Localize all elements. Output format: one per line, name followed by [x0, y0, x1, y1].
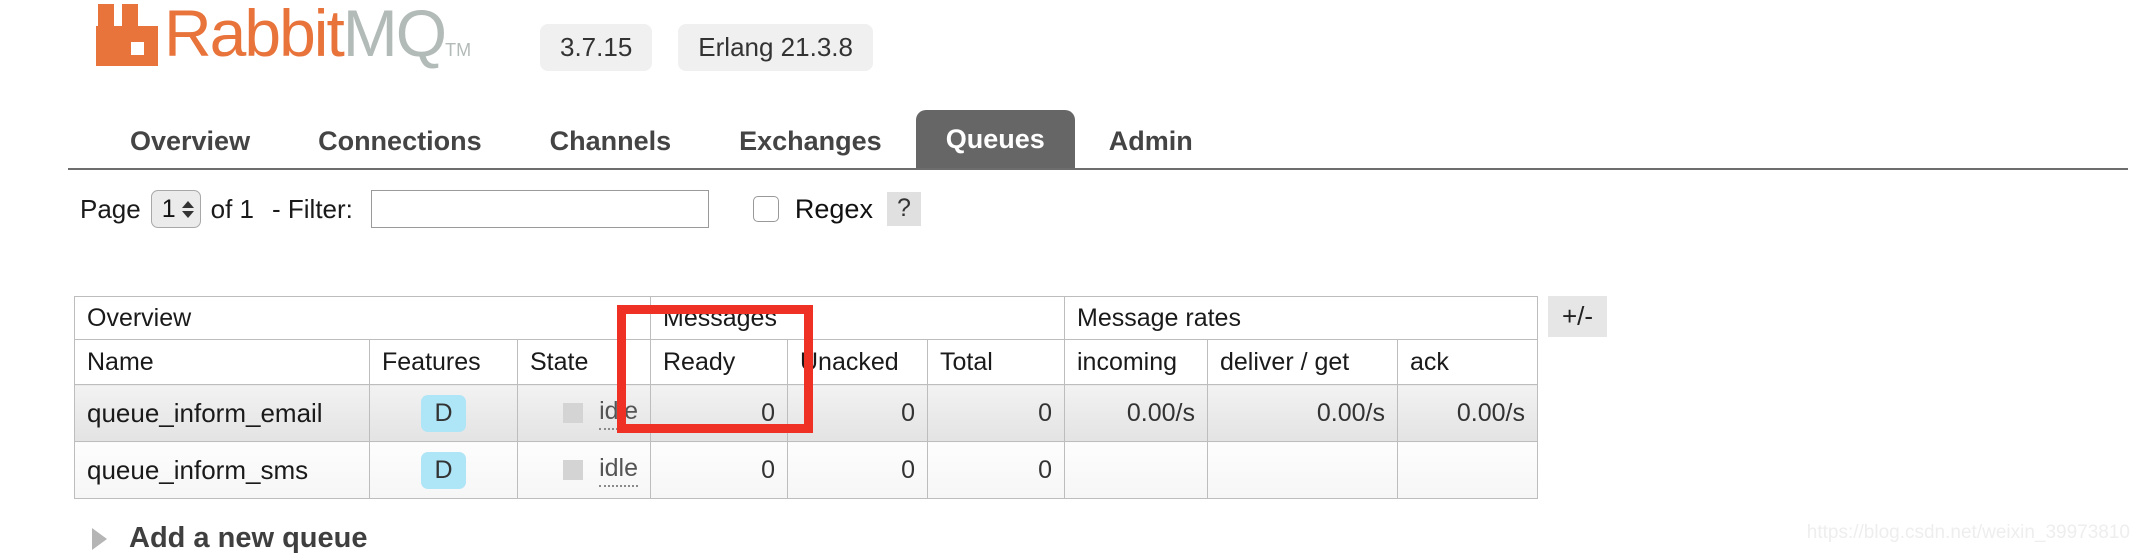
queues-table: Overview Messages Message rates Name Fea…: [74, 296, 1538, 499]
column-header-features[interactable]: Features: [369, 339, 518, 385]
column-header-name[interactable]: Name: [74, 339, 370, 385]
stepper-arrows-icon[interactable]: [181, 200, 194, 218]
column-header-incoming[interactable]: incoming: [1064, 339, 1208, 385]
rate-deliver-get: 0.00/s: [1207, 384, 1398, 442]
tab-queues[interactable]: Queues: [915, 110, 1075, 170]
table-row[interactable]: queue_inform_email D idle 0 0 0 0.00/s 0…: [74, 384, 1538, 442]
erlang-version-badge: Erlang 21.3.8: [678, 24, 873, 71]
durable-badge: D: [421, 394, 466, 432]
group-header-overview: Overview: [74, 296, 651, 340]
tab-overview[interactable]: Overview: [96, 115, 284, 170]
logo-word-mq: MQ: [342, 0, 447, 70]
state-indicator-icon: [563, 460, 584, 480]
rabbitmq-logo[interactable]: RabbitMQTM: [96, 0, 471, 78]
messages-unacked: 0: [787, 441, 928, 499]
main-navigation: Overview Connections Channels Exchanges …: [0, 108, 2142, 170]
queue-state: idle: [517, 441, 651, 499]
column-header-deliver-get[interactable]: deliver / get: [1207, 339, 1398, 385]
state-label: idle: [599, 397, 638, 430]
queue-state: idle: [517, 384, 651, 442]
messages-total: 0: [927, 441, 1065, 499]
add-new-queue-section[interactable]: Add a new queue: [92, 522, 367, 555]
stepper-up-arrow-icon[interactable]: [181, 200, 194, 208]
logo-word-rabbit: Rabbit: [164, 0, 345, 70]
tab-exchanges[interactable]: Exchanges: [705, 115, 916, 170]
filter-bar: Page 1 of 1 - Filter: Regex ?: [80, 186, 921, 232]
rabbitmq-version-badge: 3.7.15: [540, 24, 653, 71]
state-label: idle: [599, 454, 638, 487]
messages-unacked: 0: [787, 384, 928, 442]
column-header-ack[interactable]: ack: [1397, 339, 1538, 385]
messages-ready: 0: [650, 441, 788, 499]
rate-incoming: 0.00/s: [1064, 384, 1208, 442]
messages-total: 0: [927, 384, 1065, 442]
tab-channels[interactable]: Channels: [516, 115, 706, 170]
expand-caret-icon[interactable]: [92, 527, 107, 550]
queue-name-link[interactable]: queue_inform_sms: [74, 441, 370, 499]
filter-label: - Filter:: [272, 193, 353, 224]
rate-deliver-get: [1207, 441, 1398, 499]
column-header-state[interactable]: State: [517, 339, 651, 385]
queue-name-link[interactable]: queue_inform_email: [74, 384, 370, 442]
queues-table-container: Overview Messages Message rates Name Fea…: [74, 296, 1538, 499]
messages-ready: 0: [650, 384, 788, 442]
column-header-total[interactable]: Total: [927, 339, 1065, 385]
version-badges: 3.7.15 Erlang 21.3.8: [540, 24, 873, 71]
regex-checkbox[interactable]: [752, 196, 779, 222]
logo-wordmark: RabbitMQTM: [164, 0, 471, 66]
page-number-stepper[interactable]: 1: [150, 190, 201, 228]
rate-ack: 0.00/s: [1397, 384, 1538, 442]
filter-input[interactable]: [370, 190, 709, 228]
watermark-text: https://blog.csdn.net/weixin_39973810: [1806, 522, 2130, 543]
regex-label: Regex: [794, 193, 873, 224]
app-header: RabbitMQTM 3.7.15 Erlang 21.3.8: [0, 0, 2142, 108]
tab-connections[interactable]: Connections: [284, 115, 516, 170]
tab-admin[interactable]: Admin: [1075, 115, 1227, 170]
table-column-header-row: Name Features State Ready Unacked Total …: [74, 339, 1538, 385]
group-header-message-rates: Message rates: [1064, 296, 1538, 340]
group-header-messages: Messages: [650, 296, 1065, 340]
rabbitmq-logo-icon: [96, 4, 158, 66]
column-header-unacked[interactable]: Unacked: [787, 339, 928, 385]
state-indicator-icon: [563, 403, 584, 423]
column-header-ready[interactable]: Ready: [650, 339, 788, 385]
nav-divider: [68, 168, 2128, 170]
stepper-down-arrow-icon[interactable]: [181, 210, 194, 218]
page-total-label: of 1: [210, 193, 255, 224]
rate-ack: [1397, 441, 1538, 499]
queue-features: D: [369, 384, 518, 442]
page-number-value: 1: [161, 194, 176, 223]
table-row[interactable]: queue_inform_sms D idle 0 0 0: [74, 441, 1538, 499]
trademark-symbol: TM: [445, 40, 472, 60]
add-new-queue-label: Add a new queue: [129, 522, 368, 554]
queue-features: D: [369, 441, 518, 499]
regex-help-icon[interactable]: ?: [886, 192, 921, 226]
rate-incoming: [1064, 441, 1208, 499]
toggle-columns-button[interactable]: +/-: [1548, 296, 1608, 337]
table-group-header-row: Overview Messages Message rates: [74, 296, 1538, 340]
regex-option[interactable]: Regex ?: [752, 192, 921, 226]
durable-badge: D: [421, 451, 466, 489]
page-label: Page: [80, 193, 141, 224]
toggle-columns-container: +/-: [1532, 296, 1608, 337]
